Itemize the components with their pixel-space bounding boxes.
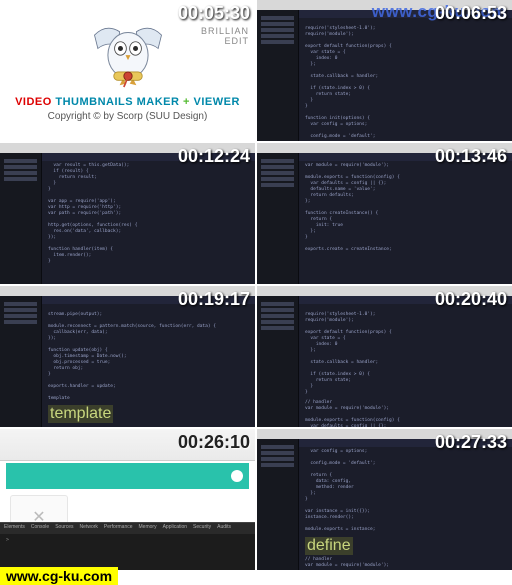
thumb-3: 00:12:24 function processContent() { var… (0, 143, 255, 284)
file-tree (0, 143, 42, 284)
code-area-2: // handler var module = require('module'… (305, 400, 506, 427)
timestamp: 00:05:30 (178, 3, 250, 24)
app-header-bar (6, 463, 249, 489)
code-area: // handler var module = require('module'… (305, 157, 506, 253)
highlighted-word: template (48, 405, 113, 423)
file-tree (257, 429, 299, 570)
thumb-8: 00:27:33 function init(options) { var co… (257, 429, 512, 570)
splash-copyright: Copyright © by Scorp (SUU Design) (48, 111, 208, 122)
code-area: import { Component } from 'core'; requir… (305, 14, 506, 110)
highlighted-word: define (305, 537, 353, 555)
timestamp: 00:26:10 (178, 432, 250, 453)
avatar-icon (231, 470, 243, 482)
code-area: function init(options) { var config = op… (305, 443, 506, 533)
console-body: > (0, 534, 255, 546)
code-area: import { Component } from 'core'; requir… (305, 300, 506, 396)
thumb-5: 00:19:17 var data = this.stream.read(buf… (0, 286, 255, 427)
file-tree (0, 286, 42, 427)
timestamp: 00:06:53 (435, 3, 507, 24)
thumb-6: 00:20:40 import { Component } from 'core… (257, 286, 512, 427)
devtools-panel: ElementsConsoleSourcesNetworkPerformance… (0, 522, 255, 570)
code-area: var data = this.stream.read(buffer).toSt… (48, 300, 249, 402)
owl-logo-icon (84, 20, 172, 92)
thumb-2: www.cg-ku.com 00:06:53 import { Componen… (257, 0, 512, 141)
edition-tag: BRILLIANEDIT (201, 26, 249, 46)
thumbnail-grid: 00:05:30 BRILLIANEDIT VIDEO (0, 0, 512, 570)
file-tree (257, 286, 299, 427)
thumb-7: 00:26:10 ✕ ElementsConsoleSourcesNetwork… (0, 429, 255, 570)
timestamp: 00:20:40 (435, 289, 507, 310)
timestamp: 00:27:33 (435, 432, 507, 453)
file-tree (257, 143, 299, 284)
watermark-bottom: www.cg-ku.com (0, 567, 118, 585)
splash-title: VIDEO THUMBNAILS MAKER + VIEWER (15, 96, 240, 108)
code-area: function processContent() { var result =… (48, 157, 249, 265)
timestamp: 00:19:17 (178, 289, 250, 310)
code-area-2: function init(options) { var config = op… (305, 116, 506, 141)
file-tree (257, 0, 299, 141)
timestamp: 00:12:24 (178, 146, 250, 167)
timestamp: 00:13:46 (435, 146, 507, 167)
thumb-4: 00:13:46 // handler var module = require… (257, 143, 512, 284)
thumb-splash: 00:05:30 BRILLIANEDIT VIDEO (0, 0, 255, 141)
code-area-2: // handler var module = require('module'… (305, 557, 506, 570)
devtools-tabs: ElementsConsoleSourcesNetworkPerformance… (0, 523, 255, 534)
